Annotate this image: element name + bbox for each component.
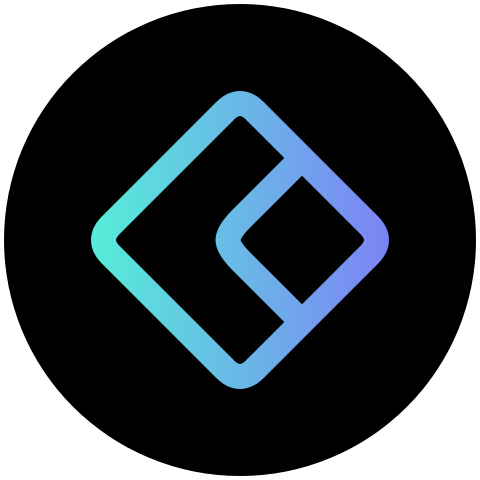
diamond-bracket-logo-icon (4, 4, 476, 476)
logo-badge (0, 0, 480, 480)
